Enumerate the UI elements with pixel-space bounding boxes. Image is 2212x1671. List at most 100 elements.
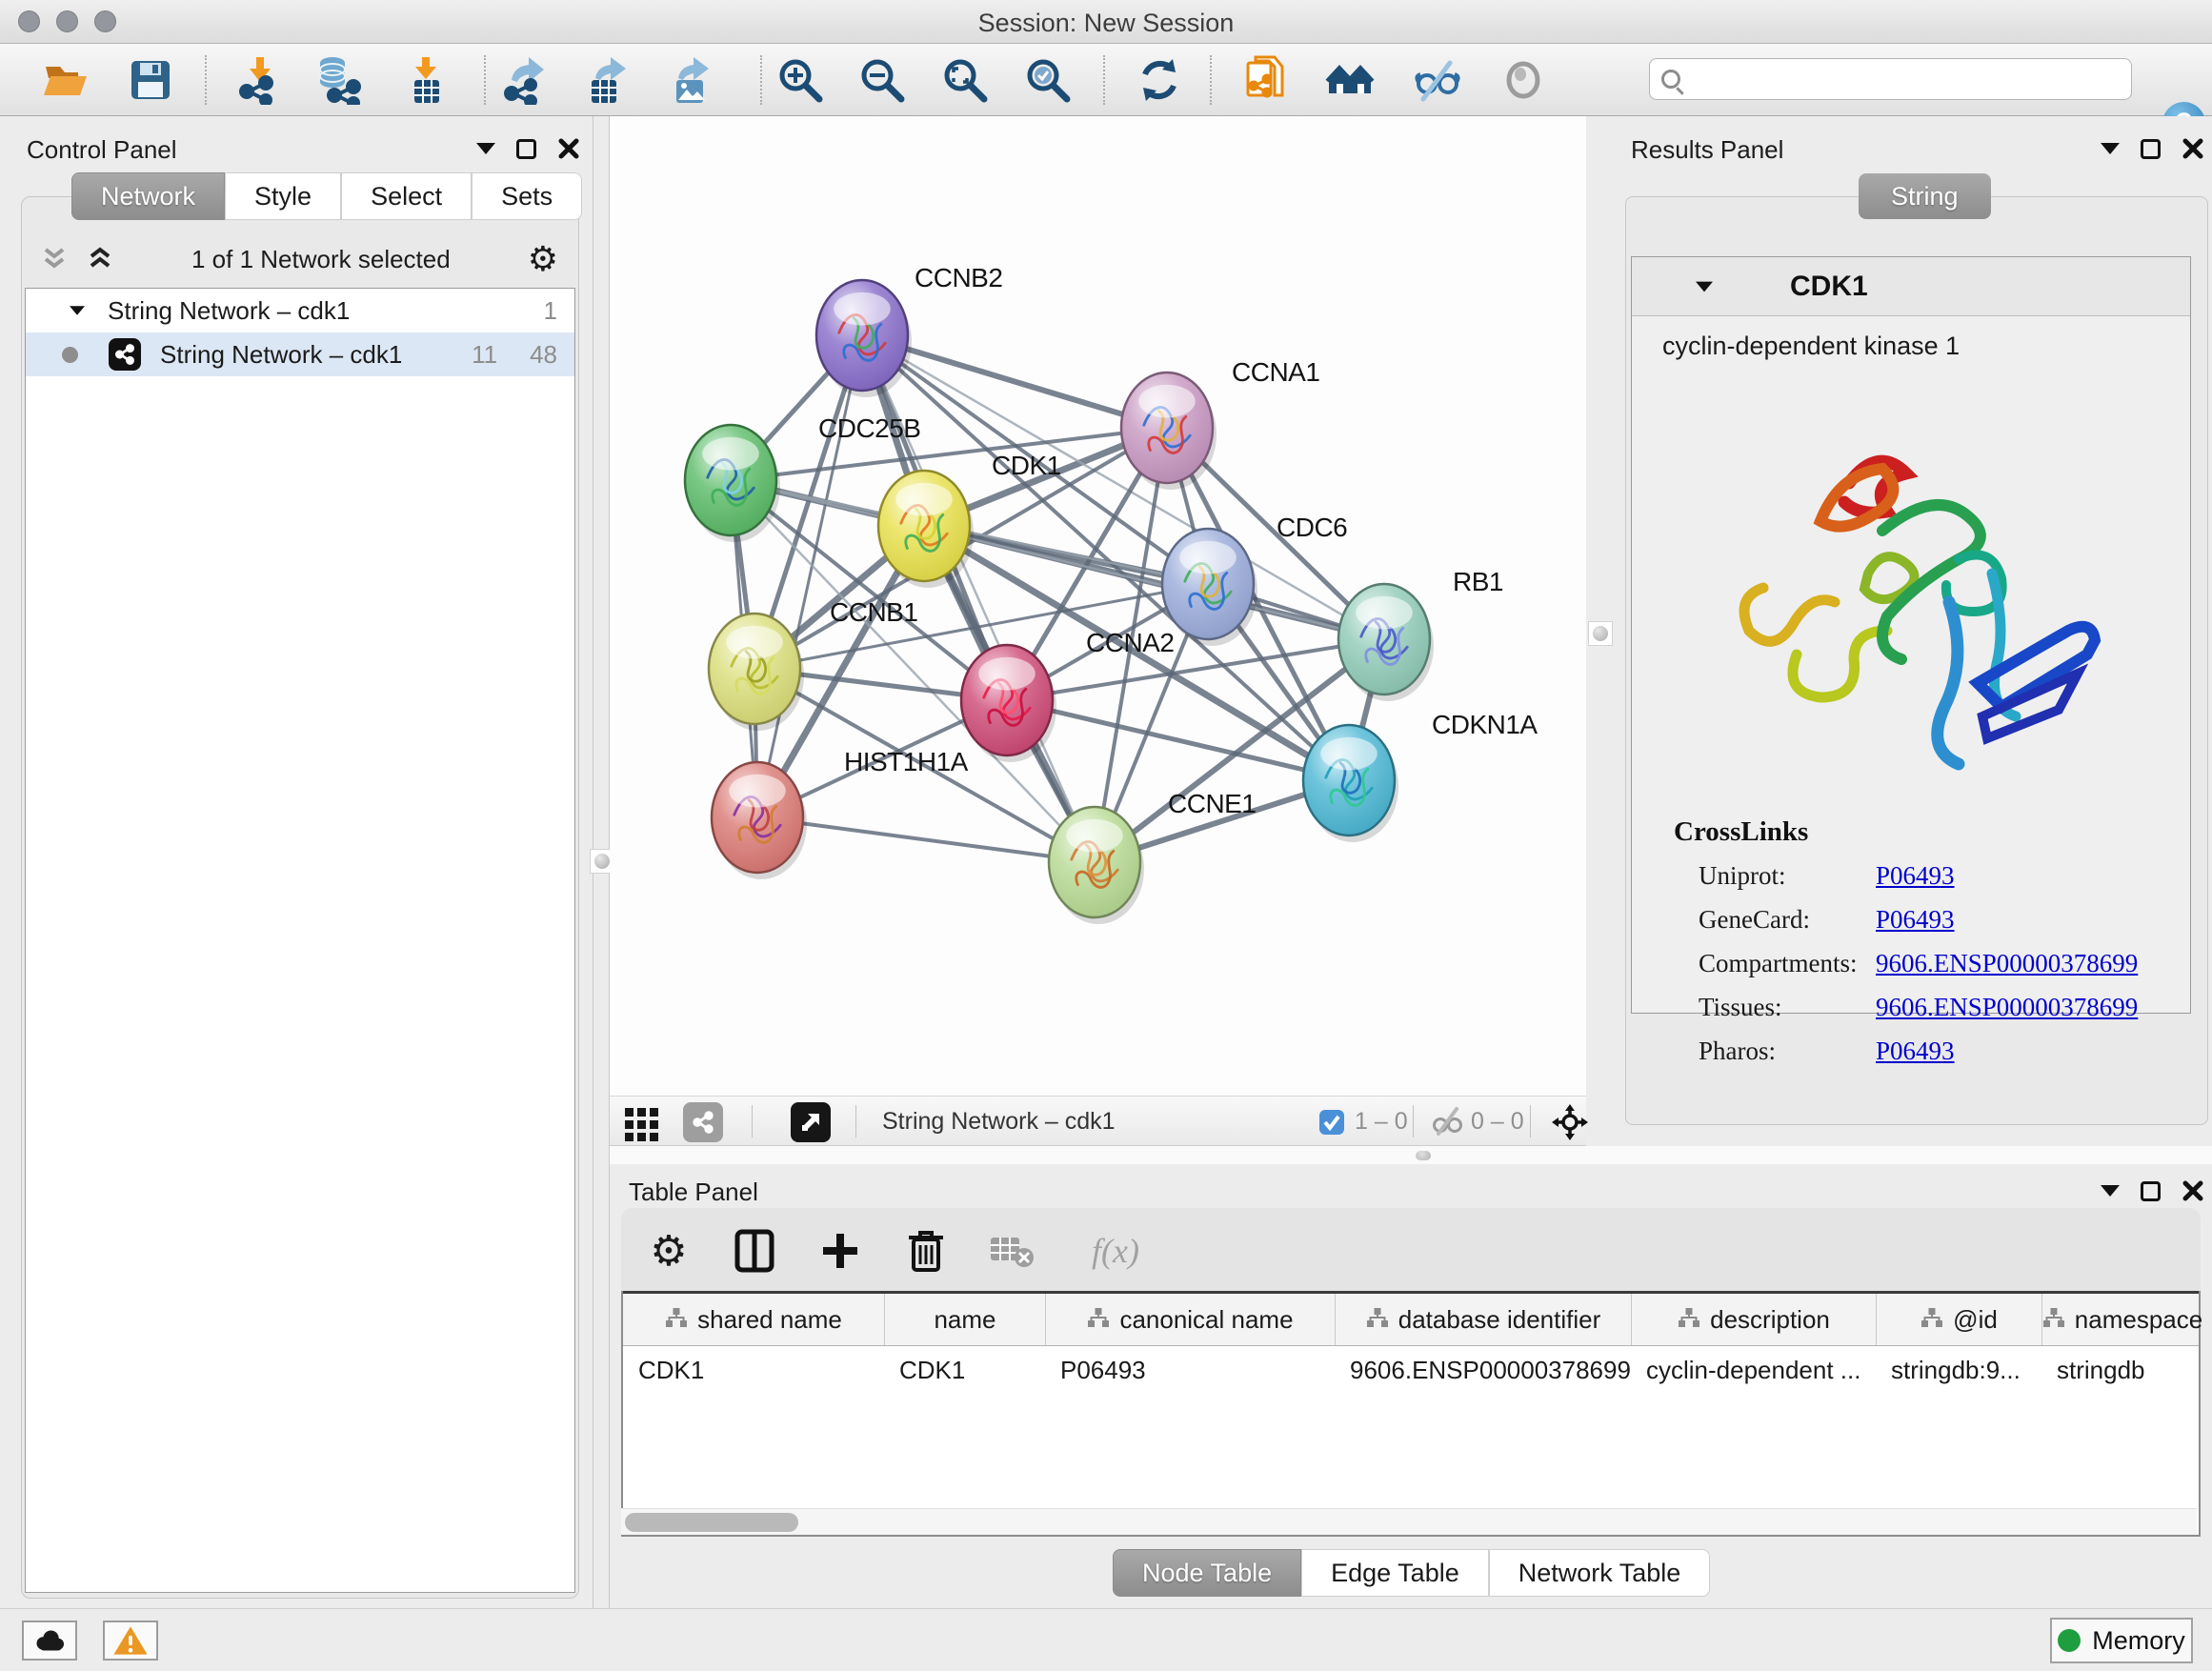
scrollbar-thumb[interactable]: [625, 1513, 798, 1532]
collapse-all-networks-icon[interactable]: [40, 247, 69, 272]
table-cell[interactable]: stringdb: [2041, 1356, 2202, 1385]
crosslink-link[interactable]: P06493: [1876, 1037, 1955, 1066]
network-options-gear-icon[interactable]: ⚙: [528, 239, 558, 279]
hide-glasses-icon[interactable]: [1410, 53, 1463, 107]
network-row[interactable]: String Network – cdk1 11 48: [26, 332, 574, 376]
network-node-hist1h1a[interactable]: HIST1H1A: [712, 747, 969, 879]
collapse-panel-icon[interactable]: [476, 143, 495, 154]
network-edge[interactable]: [757, 335, 862, 817]
tab-style[interactable]: Style: [225, 172, 341, 220]
table-cell[interactable]: CDK1: [884, 1356, 1045, 1385]
network-graph[interactable]: CCNB2CCNA1CDC25BCDK1CDC6RB1CCNB1CCNA2CDK…: [610, 116, 1586, 1096]
table-cell[interactable]: 9606.ENSP00000378699: [1335, 1356, 1631, 1385]
tab-string[interactable]: String: [1859, 173, 1991, 219]
network-canvas[interactable]: CCNB2CCNA1CDC25BCDK1CDC6RB1CCNB1CCNA2CDK…: [610, 116, 1586, 1096]
column-header--id[interactable]: @id: [1876, 1294, 2041, 1345]
crosslink-link[interactable]: P06493: [1876, 861, 1955, 891]
zoom-in-icon[interactable]: [774, 53, 827, 107]
function-builder-icon[interactable]: f(x): [1073, 1226, 1158, 1276]
table-cell[interactable]: stringdb:9...: [1876, 1356, 2041, 1385]
table-cell[interactable]: cyclin-dependent ...: [1631, 1356, 1876, 1385]
network-node-ccne1[interactable]: CCNE1: [1049, 789, 1256, 924]
node-table[interactable]: shared namenamecanonical namedatabase id…: [621, 1291, 2201, 1537]
open-session-icon[interactable]: [38, 53, 91, 107]
import-network-file-icon[interactable]: [231, 53, 285, 107]
search-box[interactable]: [1649, 58, 2132, 100]
column-header-name[interactable]: name: [884, 1294, 1045, 1345]
memory-button[interactable]: Memory: [2050, 1618, 2193, 1663]
horizontal-splitter-grip[interactable]: [1416, 1151, 1431, 1160]
table-cell[interactable]: CDK1: [623, 1356, 884, 1385]
network-collection-row[interactable]: String Network – cdk1 1: [26, 289, 574, 332]
node-section-header[interactable]: CDK1: [1632, 257, 2190, 316]
tab-edge-table[interactable]: Edge Table: [1301, 1549, 1489, 1597]
crosslink-link[interactable]: P06493: [1876, 905, 1955, 935]
crosslink-link[interactable]: 9606.ENSP00000378699: [1876, 993, 2138, 1022]
table-settings-gear-icon[interactable]: ⚙: [644, 1226, 694, 1276]
close-panel-icon[interactable]: [2182, 1179, 2204, 1202]
warnings-button[interactable]: [103, 1621, 158, 1661]
delete-column-icon[interactable]: [901, 1226, 951, 1276]
string-home-icon[interactable]: [1323, 53, 1377, 107]
zoom-out-icon[interactable]: [855, 53, 909, 107]
toolbar-separator: [1210, 55, 1212, 105]
float-panel-icon[interactable]: [2141, 139, 2161, 159]
create-column-icon[interactable]: [815, 1226, 865, 1276]
export-table-icon[interactable]: [580, 53, 633, 107]
horizontal-splitter[interactable]: [610, 1146, 2212, 1164]
expand-all-networks-icon[interactable]: [86, 247, 114, 272]
open-in-string-icon[interactable]: [1240, 53, 1294, 107]
close-panel-icon[interactable]: [2182, 137, 2204, 160]
search-input[interactable]: [1688, 66, 2107, 92]
table-row[interactable]: CDK1CDK1P064939606.ENSP00000378699cyclin…: [623, 1346, 2199, 1394]
zoom-selected-icon[interactable]: [1021, 53, 1075, 107]
collection-expand-icon[interactable]: [70, 306, 85, 315]
fit-content-crosshair-icon[interactable]: [1551, 1103, 1589, 1146]
import-table-file-icon[interactable]: [399, 53, 452, 107]
birds-eye-view-icon[interactable]: [791, 1102, 831, 1142]
network-share-view-icon[interactable]: [683, 1102, 723, 1142]
show-columns-icon[interactable]: [730, 1226, 779, 1276]
column-header-namespace[interactable]: namespace: [2041, 1294, 2202, 1345]
network-node-rb1[interactable]: RB1: [1338, 567, 1503, 701]
column-header-description[interactable]: description: [1631, 1294, 1876, 1345]
collapse-panel-icon[interactable]: [2101, 1185, 2120, 1197]
crosslink-link[interactable]: 9606.ENSP00000378699: [1876, 949, 2138, 978]
float-panel-icon[interactable]: [516, 139, 536, 159]
import-network-database-icon[interactable]: [312, 53, 365, 107]
cloud-tasks-button[interactable]: [22, 1621, 77, 1661]
preview-eye-icon[interactable]: [1497, 53, 1550, 107]
toolbar-separator: [1103, 55, 1105, 105]
column-header-shared-name[interactable]: shared name: [623, 1294, 884, 1345]
tab-sets[interactable]: Sets: [472, 172, 582, 220]
table-horizontal-scrollbar[interactable]: [621, 1508, 2197, 1535]
close-panel-icon[interactable]: [557, 137, 580, 160]
right-splitter-grip[interactable]: [1588, 621, 1613, 646]
network-edge[interactable]: [757, 817, 1095, 862]
left-splitter[interactable]: [593, 116, 610, 1608]
window-title: Session: New Session: [0, 9, 2212, 38]
zoom-fit-icon[interactable]: [938, 53, 992, 107]
save-session-icon[interactable]: [124, 53, 177, 107]
table-cell[interactable]: P06493: [1045, 1356, 1335, 1385]
selected-checkbox-icon[interactable]: [1318, 1109, 1345, 1140]
delete-table-icon[interactable]: [987, 1226, 1036, 1276]
network-node-cdkn1a[interactable]: CDKN1A: [1303, 710, 1538, 842]
export-image-icon[interactable]: [663, 53, 716, 107]
cloud-icon: [30, 1626, 69, 1655]
node-label: CDC25B: [818, 413, 920, 443]
hidden-items-icon[interactable]: [1430, 1106, 1464, 1141]
float-panel-icon[interactable]: [2141, 1181, 2161, 1201]
section-collapse-icon[interactable]: [1696, 281, 1713, 292]
column-header-database-identifier[interactable]: database identifier: [1335, 1294, 1631, 1345]
tab-network[interactable]: Network: [71, 172, 225, 220]
refresh-icon[interactable]: [1133, 53, 1186, 107]
collapse-panel-icon[interactable]: [2101, 143, 2120, 154]
export-network-icon[interactable]: [498, 53, 552, 107]
tab-network-table[interactable]: Network Table: [1489, 1549, 1711, 1597]
column-header-canonical-name[interactable]: canonical name: [1045, 1294, 1335, 1345]
tab-select[interactable]: Select: [341, 172, 472, 220]
network-node-ccna1[interactable]: CCNA1: [1121, 357, 1319, 490]
tab-node-table[interactable]: Node Table: [1113, 1549, 1301, 1597]
grid-view-icon[interactable]: [623, 1104, 661, 1147]
